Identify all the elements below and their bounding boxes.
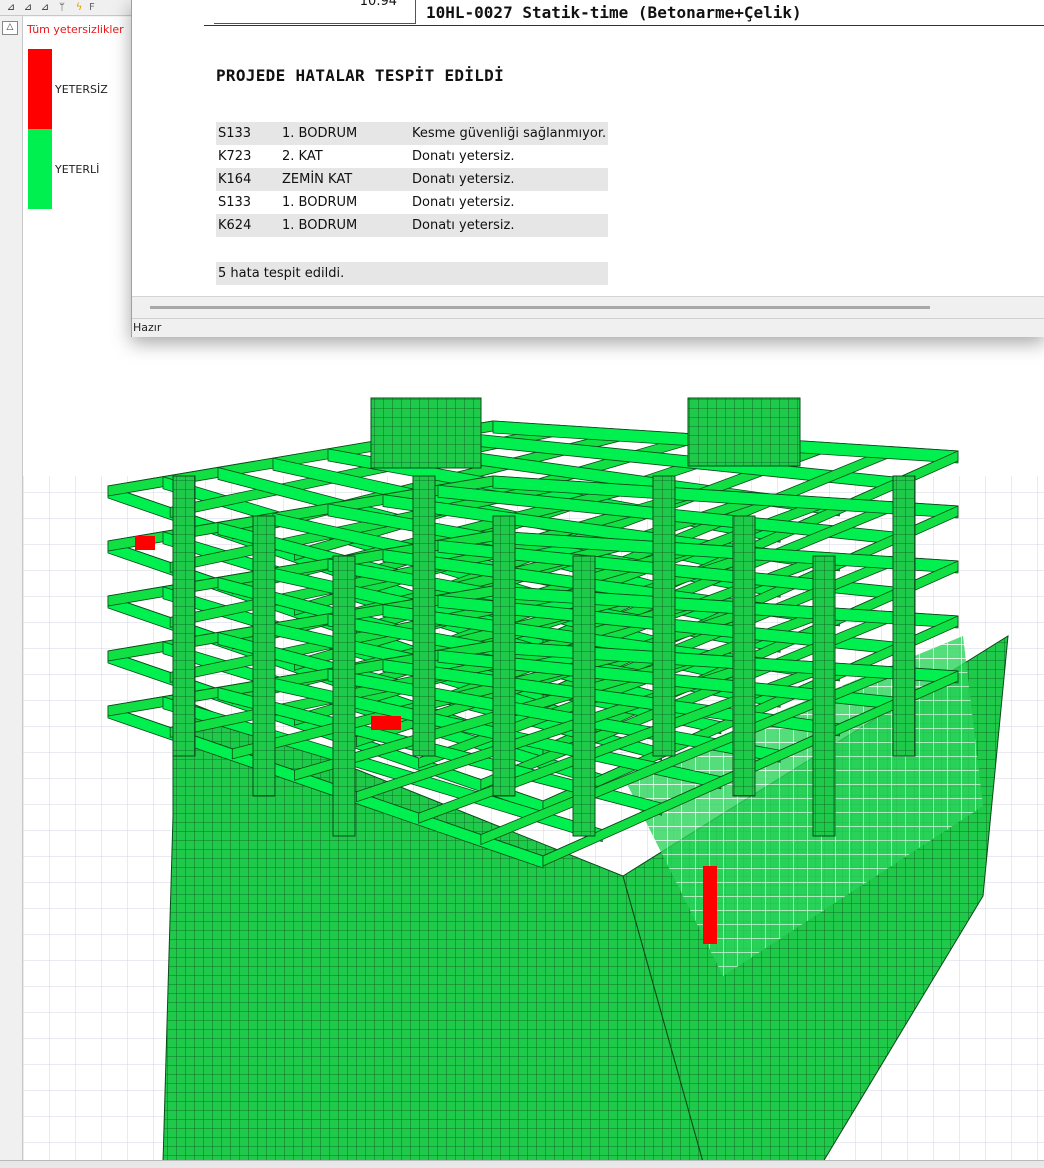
error-message: Donatı yetersiz.	[412, 149, 515, 164]
left-panel-strip	[0, 0, 23, 1167]
failing-member-1	[135, 536, 155, 550]
error-element-id: K164	[216, 168, 280, 191]
error-row: S133 1. BODRUM Donatı yetersiz.	[216, 191, 608, 214]
column	[892, 475, 916, 757]
error-floor: ZEMİN KAT	[280, 168, 410, 191]
legend-label-adequate: YETERLİ	[55, 163, 100, 176]
error-table: S133 1. BODRUM Kesme güvenliği sağlanmıyor…	[216, 122, 608, 237]
header-divider	[204, 25, 1044, 26]
status-bar: Hazır	[132, 318, 1044, 337]
failing-member-3	[703, 866, 717, 944]
column	[652, 475, 676, 757]
chart-edit-icon[interactable]: ⊿	[21, 2, 35, 14]
error-floor: 2. KAT	[282, 149, 323, 164]
header-value-cell: 10.94	[214, 0, 416, 24]
header-project-title: 10HL-0027 Statik-time (Betonarme+Çelik)	[426, 3, 802, 22]
report-window: 10.94 10HL-0027 Statik-time (Betonarme+Ç…	[131, 0, 1044, 337]
error-summary: 5 hata tespit edildi.	[216, 262, 608, 285]
chart-icon[interactable]: ⊿	[4, 2, 18, 14]
error-row: K723 2. KAT Donatı yetersiz.	[216, 145, 608, 168]
error-element-id: S133	[216, 122, 280, 145]
toolbar-overflow-label[interactable]: F	[89, 2, 95, 13]
column	[812, 555, 836, 837]
error-floor: 1. BODRUM	[282, 195, 358, 210]
lightning-icon[interactable]: ϟ	[72, 2, 86, 14]
error-message: Donatı yetersiz.	[410, 168, 608, 191]
3d-model-viewport[interactable]	[23, 336, 1044, 1162]
inadequate-swatch	[28, 49, 52, 129]
report-margin	[132, 0, 205, 296]
column	[732, 515, 756, 797]
column	[572, 555, 596, 837]
legend-title: Tüm yetersizlikler	[27, 23, 124, 36]
column	[412, 475, 436, 757]
error-row: S133 1. BODRUM Kesme güvenliği sağlanmıyor…	[216, 122, 608, 145]
error-floor: 1. BODRUM	[280, 214, 410, 237]
legend-label-inadequate: YETERSİZ	[55, 83, 108, 96]
structure-3d-model[interactable]	[23, 336, 1044, 1162]
color-legend: Tüm yetersizlikler YETERSİZ YETERLİ	[23, 17, 131, 347]
error-message: Donatı yetersiz.	[410, 214, 608, 237]
error-floor: 1. BODRUM	[280, 122, 410, 145]
error-message: Donatı yetersiz.	[412, 195, 515, 210]
collapse-up-icon[interactable]: △	[2, 21, 18, 35]
error-row: K164 ZEMİN KAT Donatı yetersiz.	[216, 168, 608, 191]
horizontal-scrollbar[interactable]	[132, 296, 1044, 319]
column	[252, 515, 276, 797]
error-message: Kesme güvenliği sağlanmıyor.	[410, 122, 608, 145]
adequate-swatch	[28, 129, 52, 209]
error-row: K624 1. BODRUM Donatı yetersiz.	[216, 214, 608, 237]
column	[172, 475, 196, 757]
chart-export-icon[interactable]: ⊿	[38, 2, 52, 14]
error-element-id: K723	[218, 149, 252, 164]
report-title: PROJEDE HATALAR TESPİT EDİLDİ	[216, 66, 505, 85]
failing-member-2	[371, 716, 401, 730]
column	[332, 555, 356, 837]
scrollbar-thumb[interactable]	[150, 306, 930, 309]
graph-icon[interactable]: ᛘ	[55, 2, 69, 14]
error-element-id: K624	[216, 214, 280, 237]
column	[492, 515, 516, 797]
legend-toolbar: ⊿ ⊿ ⊿ ᛘ ϟ F	[0, 0, 135, 16]
roof-core-right	[687, 397, 801, 467]
report-page: 10.94 10HL-0027 Statik-time (Betonarme+Ç…	[204, 0, 1044, 296]
roof-core-left	[370, 397, 482, 469]
error-element-id: S133	[218, 195, 252, 210]
